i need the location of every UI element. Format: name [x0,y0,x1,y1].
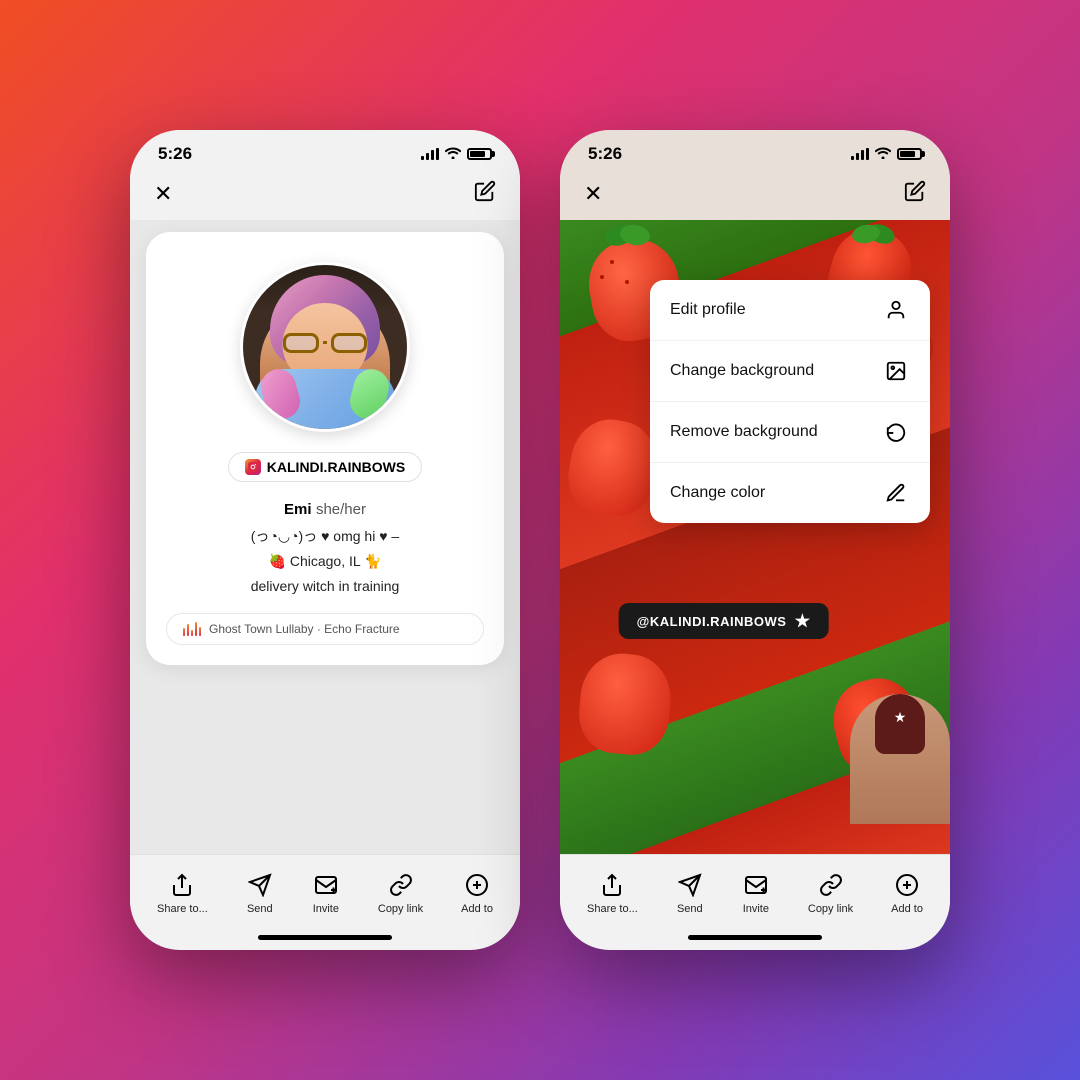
copy-link-label-1: Copy link [378,903,423,915]
dropdown-remove-background[interactable]: Remove background [650,402,930,463]
copy-link-icon-2 [817,871,845,899]
status-icons-1 [421,147,492,162]
share-label-2: Share to... [587,903,638,915]
battery-icon-1 [467,148,492,160]
invite-label-2: Invite [743,903,769,915]
battery-icon-2 [897,148,922,160]
username-badge: KALINDI.RAINBOWS [228,452,422,482]
phone-2-content: ★ [560,220,950,854]
bio-name: Emi [284,501,312,518]
status-bar-1: 5:26 [130,130,520,172]
instagram-logo [245,459,261,475]
copy-link-icon-1 [387,871,415,899]
add-to-icon-1 [463,871,491,899]
copy-link-button-2[interactable]: Copy link [808,871,853,915]
add-to-button-1[interactable]: Add to [461,871,493,915]
profile-card: KALINDI.RAINBOWS Emi she/her (っ◔◡◔)っ ♥ o… [146,232,504,665]
share-icon-1 [168,871,196,899]
wifi-icon-1 [445,147,461,162]
share-icon-2 [598,871,626,899]
send-label-1: Send [247,903,273,915]
undo-icon [882,418,910,446]
username-label-qr: @KALINDI.RAINBOWS [619,603,829,639]
edit-button-2[interactable] [904,180,926,208]
add-to-button-2[interactable]: Add to [891,871,923,915]
invite-button-1[interactable]: Invite [312,871,340,915]
send-label-2: Send [677,903,703,915]
home-indicator-1 [258,935,392,940]
add-to-label-2: Add to [891,903,923,915]
profile-content: KALINDI.RAINBOWS Emi she/her (っ◔◡◔)っ ♥ o… [130,220,520,854]
bio-line2: 🍓 Chicago, IL 🐈 [251,551,400,572]
add-to-icon-2 [893,871,921,899]
home-indicator-2 [688,935,822,940]
bio-line1: (っ◔◡◔)っ ♥ omg hi ♥ – [251,526,400,547]
close-button-2[interactable]: ✕ [584,181,602,207]
invite-icon-2 [742,871,770,899]
status-time-1: 5:26 [158,144,192,164]
nav-bar-1: ✕ [130,172,520,220]
change-color-label: Change color [670,484,765,502]
send-icon-1 [246,871,274,899]
music-bar: Ghost Town Lullaby · Echo Fracture [166,613,484,645]
action-bar-1: Share to... Send Invite [130,854,520,927]
remove-background-label: Remove background [670,423,818,441]
share-button-1[interactable]: Share to... [157,871,208,915]
bio-line3: delivery witch in training [251,576,400,597]
nav-bar-2: ✕ [560,172,950,220]
share-button-2[interactable]: Share to... [587,871,638,915]
image-icon [882,357,910,385]
pen-icon [882,479,910,507]
wifi-icon-2 [875,147,891,162]
share-label-1: Share to... [157,903,208,915]
qr-username-text: @KALINDI.RAINBOWS [637,614,787,629]
person-icon [882,296,910,324]
status-icons-2 [851,147,922,162]
music-text: Ghost Town Lullaby · Echo Fracture [209,622,400,636]
invite-icon-1 [312,871,340,899]
dropdown-edit-profile[interactable]: Edit profile [650,280,930,341]
dropdown-change-background[interactable]: Change background [650,341,930,402]
invite-button-2[interactable]: Invite [742,871,770,915]
signal-icon-1 [421,148,439,160]
phone-2: 5:26 ✕ [560,130,950,950]
edit-profile-label: Edit profile [670,301,746,319]
invite-label-1: Invite [313,903,339,915]
username-text: KALINDI.RAINBOWS [267,459,405,475]
edit-button-1[interactable] [474,180,496,208]
avatar [240,262,410,432]
bio-pronoun: she/her [316,501,366,518]
send-icon-2 [676,871,704,899]
add-to-label-1: Add to [461,903,493,915]
dropdown-change-color[interactable]: Change color [650,463,930,523]
phone-1: 5:26 ✕ [130,130,520,950]
send-button-2[interactable]: Send [676,871,704,915]
music-icon [183,622,201,636]
star-icon [794,613,810,629]
profile-bio: Emi she/her (っ◔◡◔)っ ♥ omg hi ♥ – 🍓 Chica… [251,498,400,597]
action-bar-2: Share to... Send Invite [560,854,950,927]
change-background-label: Change background [670,362,814,380]
send-button-1[interactable]: Send [246,871,274,915]
status-time-2: 5:26 [588,144,622,164]
status-bar-2: 5:26 [560,130,950,172]
close-button-1[interactable]: ✕ [154,181,172,207]
copy-link-label-2: Copy link [808,903,853,915]
copy-link-button-1[interactable]: Copy link [378,871,423,915]
dropdown-menu: Edit profile Change background [650,280,930,523]
signal-icon-2 [851,148,869,160]
